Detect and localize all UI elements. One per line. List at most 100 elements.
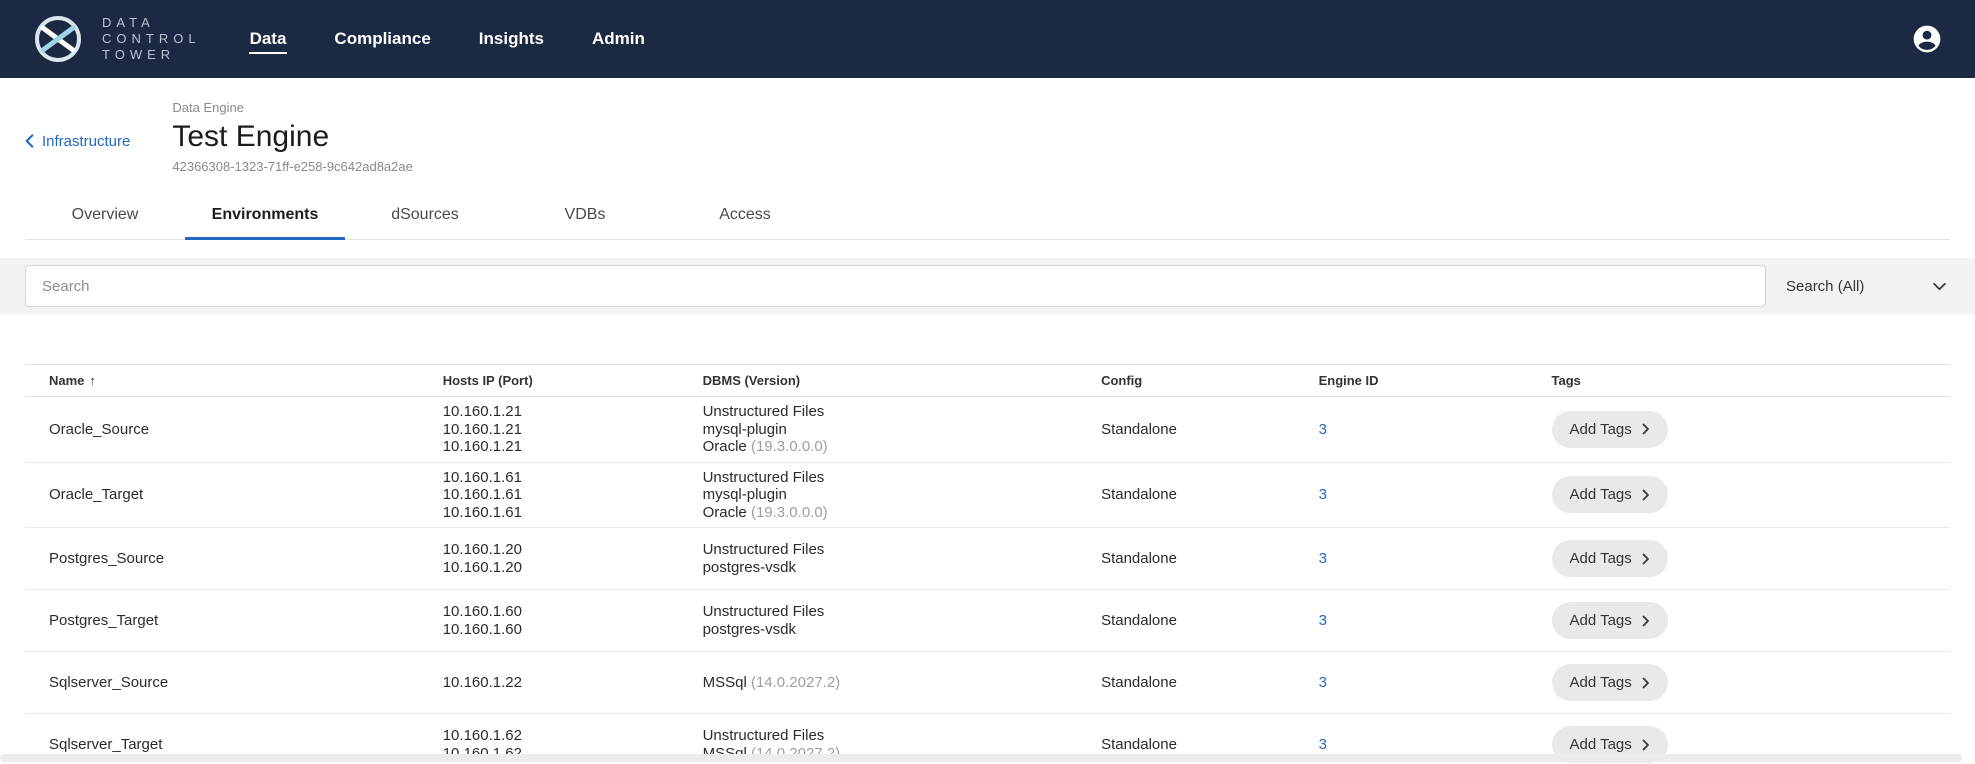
dbms-entry: Oracle (19.3.0.0.0) bbox=[703, 504, 1093, 522]
dbms-name: Unstructured Files bbox=[703, 603, 825, 620]
host-ip: 10.160.1.61 bbox=[443, 486, 695, 504]
nav-item-data[interactable]: Data bbox=[249, 24, 288, 54]
tab-access[interactable]: Access bbox=[665, 194, 825, 240]
environment-name: Sqlserver_Source bbox=[25, 652, 443, 714]
user-account-button[interactable] bbox=[1909, 21, 1945, 57]
data-control-tower-logo-icon bbox=[30, 11, 86, 67]
engine-id-link[interactable]: 3 bbox=[1319, 612, 1327, 629]
add-tags-button[interactable]: Add Tags bbox=[1552, 540, 1668, 577]
main-nav: Data Compliance Insights Admin bbox=[249, 0, 646, 78]
dbms-name: postgres-vsdk bbox=[703, 621, 796, 638]
tags-cell: Add Tags bbox=[1552, 590, 1951, 652]
dbms-cell: Unstructured Filesmysql-pluginOracle (19… bbox=[703, 397, 1101, 463]
chevron-right-icon bbox=[1642, 553, 1650, 565]
app-logo[interactable]: DATACONTROLTOWER bbox=[30, 11, 201, 67]
host-ip: 10.160.1.60 bbox=[443, 603, 695, 621]
add-tags-button[interactable]: Add Tags bbox=[1552, 476, 1668, 513]
table-row: Postgres_Source10.160.1.2010.160.1.20Uns… bbox=[25, 528, 1950, 590]
tab-environments[interactable]: Environments bbox=[185, 194, 345, 240]
environment-name: Oracle_Source bbox=[25, 397, 443, 463]
nav-item-admin[interactable]: Admin bbox=[591, 24, 646, 54]
add-tags-label: Add Tags bbox=[1570, 674, 1632, 691]
dbms-entry: Oracle (19.3.0.0.0) bbox=[703, 438, 1093, 456]
dbms-entry: Unstructured Files bbox=[703, 403, 1093, 421]
engine-id-cell: 3 bbox=[1319, 590, 1552, 652]
column-header-name[interactable]: Name↑ bbox=[25, 365, 443, 397]
dbms-name: Oracle bbox=[703, 504, 747, 521]
column-header-config[interactable]: Config bbox=[1101, 365, 1319, 397]
chevron-right-icon bbox=[1642, 489, 1650, 501]
table-row: Sqlserver_Source10.160.1.22 MSSql (14.0.2… bbox=[25, 652, 1950, 714]
chevron-right-icon bbox=[1642, 677, 1650, 689]
host-ip: 10.160.1.22 bbox=[443, 674, 695, 692]
column-header-tags[interactable]: Tags bbox=[1552, 365, 1951, 397]
host-ip: 10.160.1.61 bbox=[443, 469, 695, 487]
search-scope-select[interactable]: Search (All) bbox=[1782, 278, 1950, 295]
engine-id-cell: 3 bbox=[1319, 397, 1552, 463]
logo-text-line: CONTROL bbox=[102, 31, 201, 47]
page-title: Test Engine bbox=[172, 118, 412, 156]
table-header-row: Name↑Hosts IP (Port)DBMS (Version) Config… bbox=[25, 365, 1950, 397]
dbms-name: MSSql bbox=[703, 674, 747, 691]
environment-name: Postgres_Source bbox=[25, 528, 443, 590]
hosts-cell: 10.160.1.6010.160.1.60 bbox=[443, 590, 703, 652]
dbms-cell: Unstructured Filespostgres-vsdk bbox=[703, 528, 1101, 590]
dbms-cell: Unstructured Filesmysql-pluginOracle (19… bbox=[703, 462, 1101, 528]
engine-id-link[interactable]: 3 bbox=[1319, 736, 1327, 753]
dbms-entry: MSSql (14.0.2027.2) bbox=[703, 674, 1093, 692]
tab-dsources[interactable]: dSources bbox=[345, 194, 505, 240]
dbms-version: (14.0.2027.2) bbox=[747, 674, 840, 691]
nav-item-compliance[interactable]: Compliance bbox=[333, 24, 431, 54]
host-ip: 10.160.1.62 bbox=[443, 727, 695, 745]
environment-name: Oracle_Target bbox=[25, 462, 443, 528]
tags-cell: Add Tags bbox=[1552, 462, 1951, 528]
tab-vdbs[interactable]: VDBs bbox=[505, 194, 665, 240]
sort-asc-icon: ↑ bbox=[89, 373, 96, 388]
dbms-name: Unstructured Files bbox=[703, 727, 825, 744]
tab-overview[interactable]: Overview bbox=[25, 194, 185, 240]
account-icon bbox=[1911, 23, 1943, 55]
host-ip: 10.160.1.61 bbox=[443, 504, 695, 522]
engine-id-link[interactable]: 3 bbox=[1319, 486, 1327, 503]
engine-id-link[interactable]: 3 bbox=[1319, 421, 1327, 438]
config-value: Standalone bbox=[1101, 652, 1319, 714]
column-header-dbms-version[interactable]: DBMS (Version) bbox=[703, 365, 1101, 397]
hosts-cell: 10.160.1.2110.160.1.2110.160.1.21 bbox=[443, 397, 703, 463]
search-input[interactable] bbox=[25, 265, 1766, 307]
tags-cell: Add Tags bbox=[1552, 397, 1951, 463]
table-row: Postgres_Target10.160.1.6010.160.1.60Uns… bbox=[25, 590, 1950, 652]
add-tags-button[interactable]: Add Tags bbox=[1552, 411, 1668, 448]
tags-cell: Add Tags bbox=[1552, 528, 1951, 590]
tags-cell: Add Tags bbox=[1552, 652, 1951, 714]
engine-id-link[interactable]: 3 bbox=[1319, 674, 1327, 691]
engine-id-cell: 3 bbox=[1319, 652, 1552, 714]
add-tags-button[interactable]: Add Tags bbox=[1552, 664, 1668, 701]
column-header-engine-id[interactable]: Engine ID bbox=[1319, 365, 1552, 397]
add-tags-label: Add Tags bbox=[1570, 550, 1632, 567]
add-tags-label: Add Tags bbox=[1570, 736, 1632, 753]
search-scope-label: Search (All) bbox=[1786, 278, 1864, 295]
config-value: Standalone bbox=[1101, 590, 1319, 652]
column-header-label: Tags bbox=[1552, 373, 1581, 388]
config-value: Standalone bbox=[1101, 397, 1319, 463]
dbms-entry: Unstructured Files bbox=[703, 469, 1093, 487]
host-ip: 10.160.1.21 bbox=[443, 438, 695, 456]
dbms-name: postgres-vsdk bbox=[703, 559, 796, 576]
add-tags-button[interactable]: Add Tags bbox=[1552, 602, 1668, 639]
environments-table: Name↑Hosts IP (Port)DBMS (Version) Config… bbox=[25, 364, 1950, 764]
horizontal-scrollbar[interactable] bbox=[0, 754, 1962, 762]
chevron-right-icon bbox=[1642, 423, 1650, 435]
dbms-entry: Unstructured Files bbox=[703, 727, 1093, 745]
engine-id-link[interactable]: 3 bbox=[1319, 550, 1327, 567]
engine-uuid: 42366308-1323-71ff-e258-9c642ad8a2ae bbox=[172, 158, 412, 176]
column-header-label: Engine ID bbox=[1319, 373, 1379, 388]
dbms-cell: Unstructured Filespostgres-vsdk bbox=[703, 590, 1101, 652]
table-row: Oracle_Source10.160.1.2110.160.1.2110.16… bbox=[25, 397, 1950, 463]
add-tags-label: Add Tags bbox=[1570, 612, 1632, 629]
column-header-hosts-ip-port[interactable]: Hosts IP (Port) bbox=[443, 365, 703, 397]
back-link-infrastructure[interactable]: Infrastructure bbox=[25, 130, 130, 152]
column-header-label: DBMS (Version) bbox=[703, 373, 801, 388]
engine-id-cell: 3 bbox=[1319, 462, 1552, 528]
nav-item-insights[interactable]: Insights bbox=[478, 24, 545, 54]
chevron-right-icon bbox=[1642, 739, 1650, 751]
